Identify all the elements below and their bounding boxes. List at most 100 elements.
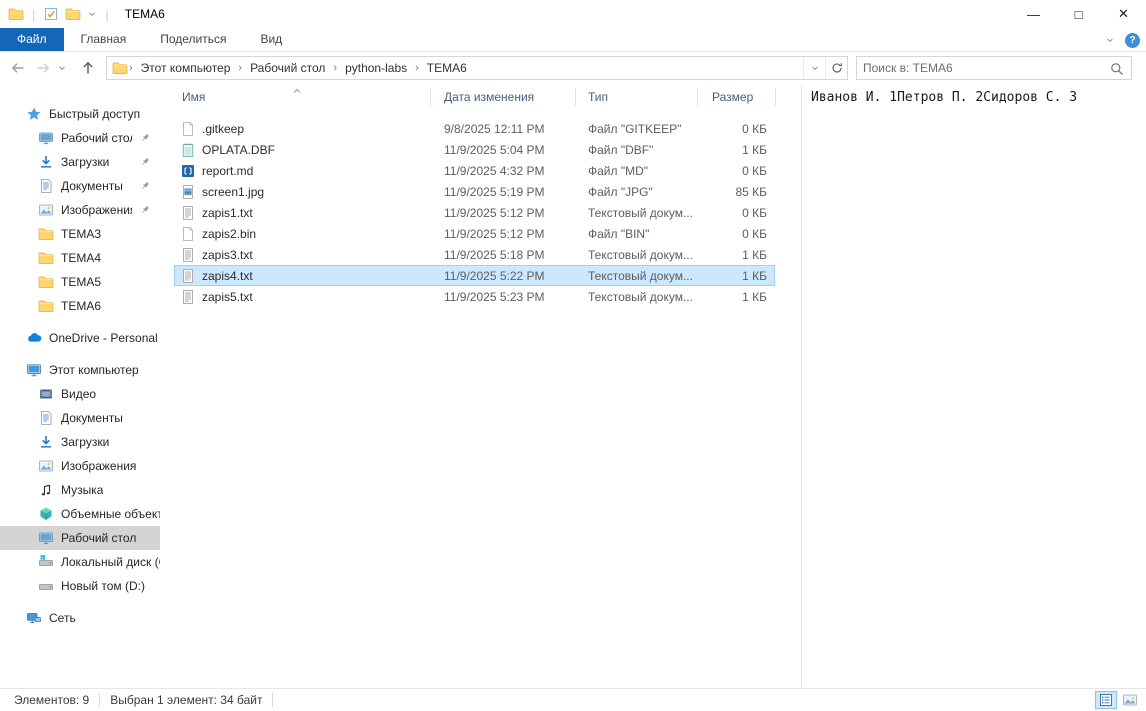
file-name-cell: OPLATA.DBF (174, 142, 437, 158)
ribbon-tab-3[interactable]: Вид (243, 28, 299, 51)
sidebar-item-header-1[interactable]: OneDrive - Personal (0, 326, 160, 350)
sidebar-item[interactable]: Локальный диск (C:) (0, 550, 160, 574)
sidebar-item-label: Изображения (61, 203, 132, 217)
column-header-size[interactable]: Размер (705, 90, 775, 104)
column-divider[interactable] (430, 88, 431, 106)
file-name-cell: .gitkeep (174, 121, 437, 137)
file-name-label: zapis5.txt (202, 290, 253, 304)
column-divider[interactable] (575, 88, 576, 106)
sidebar-item[interactable]: Загрузки (0, 150, 160, 174)
sidebar-item[interactable]: TEMA6 (0, 294, 160, 318)
file-row[interactable]: zapis1.txt11/9/2025 5:12 PMТекстовый док… (174, 202, 775, 223)
file-name-label: .gitkeep (202, 122, 244, 136)
sidebar-item-header-2[interactable]: Этот компьютер (0, 358, 160, 382)
breadcrumb-separator-icon[interactable]: › (414, 62, 420, 74)
window-folder-icon (8, 6, 24, 22)
sidebar-item[interactable]: Изображения (0, 454, 160, 478)
breadcrumb-separator-icon[interactable]: › (332, 62, 338, 74)
sidebar-item-header-3[interactable]: Сеть (0, 606, 160, 630)
sidebar-item-header-0[interactable]: Быстрый доступ (0, 102, 160, 126)
file-date-cell: 11/9/2025 5:04 PM (437, 143, 581, 157)
file-date-cell: 11/9/2025 5:12 PM (437, 227, 581, 241)
titlebar-divider: | (103, 7, 110, 22)
status-bar: Элементов: 9 Выбран 1 элемент: 34 байт (0, 688, 1146, 711)
sidebar-item-label: Документы (61, 179, 123, 193)
refresh-button[interactable] (825, 57, 847, 79)
address-dropdown-button[interactable] (803, 57, 825, 79)
file-row[interactable]: .gitkeep9/8/2025 12:11 PMФайл "GITKEEP"0… (174, 118, 775, 139)
address-bar[interactable]: ›Этот компьютер›Рабочий стол›python-labs… (106, 56, 848, 80)
file-size-cell: 85 КБ (705, 185, 775, 199)
sidebar-item[interactable]: TEMA4 (0, 246, 160, 270)
breadcrumb-item-1[interactable]: Рабочий стол (245, 61, 330, 75)
thumbnails-view-button[interactable] (1119, 691, 1141, 709)
file-type-cell: Текстовый докум... (581, 248, 705, 262)
sidebar-item[interactable]: Видео (0, 382, 160, 406)
back-button[interactable] (6, 56, 30, 80)
sidebar-item-label: OneDrive - Personal (49, 331, 158, 345)
window-title: TEMA6 (125, 7, 165, 21)
ribbon-tab-1[interactable]: Главная (64, 28, 144, 51)
file-type-cell: Файл "JPG" (581, 185, 705, 199)
file-row[interactable]: zapis3.txt11/9/2025 5:18 PMТекстовый док… (174, 244, 775, 265)
file-row[interactable]: zapis4.txt11/9/2025 5:22 PMТекстовый док… (174, 265, 775, 286)
file-row[interactable]: screen1.jpg11/9/2025 5:19 PMФайл "JPG"85… (174, 181, 775, 202)
ribbon-tab-0[interactable]: Файл (0, 28, 64, 51)
breadcrumb-item-2[interactable]: python-labs (340, 61, 412, 75)
maximize-button[interactable]: □ (1056, 0, 1101, 28)
file-row[interactable]: zapis5.txt11/9/2025 5:23 PMТекстовый док… (174, 286, 775, 307)
column-divider[interactable] (697, 88, 698, 106)
view-toggles (1095, 691, 1141, 709)
new-folder-icon[interactable] (65, 6, 81, 22)
column-header-name[interactable]: Имя (174, 90, 437, 104)
ribbon-tab-2[interactable]: Поделиться (143, 28, 243, 51)
breadcrumb-item-3[interactable]: TEMA6 (422, 61, 472, 75)
file-row[interactable]: zapis2.bin11/9/2025 5:12 PMФайл "BIN"0 К… (174, 223, 775, 244)
address-folder-icon (112, 60, 128, 76)
folder-icon (38, 226, 54, 242)
recent-locations-button[interactable] (53, 56, 71, 80)
file-row[interactable]: OPLATA.DBF11/9/2025 5:04 PMФайл "DBF"1 К… (174, 139, 775, 160)
sidebar-item-label: Локальный диск (C:) (61, 555, 160, 569)
details-view-button[interactable] (1095, 691, 1117, 709)
file-type-cell: Файл "DBF" (581, 143, 705, 157)
pictures-icon (38, 202, 54, 218)
customize-qat-chevron-icon[interactable] (87, 9, 97, 19)
sidebar-item[interactable]: Музыка (0, 478, 160, 502)
column-headers: Имя Дата изменения Тип Размер (174, 84, 801, 110)
minimize-button[interactable]: — (1011, 0, 1056, 28)
pin-icon (139, 204, 151, 216)
sidebar-item[interactable]: Объемные объекты (0, 502, 160, 526)
column-header-date[interactable]: Дата изменения (437, 90, 581, 104)
column-header-type[interactable]: Тип (581, 90, 705, 104)
close-button[interactable]: ✕ (1101, 0, 1146, 28)
sidebar-item[interactable]: TEMA3 (0, 222, 160, 246)
sidebar-item-label: Рабочий стол (61, 131, 132, 145)
sidebar-item[interactable]: Новый том (D:) (0, 574, 160, 598)
sidebar-item[interactable]: Документы (0, 174, 160, 198)
properties-icon[interactable] (43, 6, 59, 22)
file-row[interactable]: report.md11/9/2025 4:32 PMФайл "MD"0 КБ (174, 160, 775, 181)
help-button[interactable]: ? (1125, 33, 1140, 48)
sidebar-section-3: Сеть (0, 606, 160, 630)
sidebar-item[interactable]: TEMA5 (0, 270, 160, 294)
up-button[interactable] (76, 56, 100, 80)
pictures-icon (38, 458, 54, 474)
file-name-label: zapis1.txt (202, 206, 253, 220)
file-date-cell: 11/9/2025 4:32 PM (437, 164, 581, 178)
search-input[interactable] (863, 57, 1101, 79)
breadcrumb-separator-icon[interactable]: › (128, 62, 134, 74)
up-arrow-icon (80, 60, 96, 76)
sidebar-item[interactable]: Документы (0, 406, 160, 430)
sidebar-item[interactable]: Рабочий стол (0, 526, 160, 550)
forward-button[interactable] (31, 56, 55, 80)
breadcrumb-separator-icon[interactable]: › (237, 62, 243, 74)
column-divider[interactable] (775, 88, 776, 106)
sidebar-item-label: Рабочий стол (61, 531, 136, 545)
collapse-ribbon-chevron-icon[interactable] (1105, 35, 1115, 45)
breadcrumb-item-0[interactable]: Этот компьютер (136, 61, 236, 75)
sidebar-item[interactable]: Рабочий стол (0, 126, 160, 150)
file-name-cell: report.md (174, 163, 437, 179)
sidebar-item[interactable]: Изображения (0, 198, 160, 222)
sidebar-item[interactable]: Загрузки (0, 430, 160, 454)
